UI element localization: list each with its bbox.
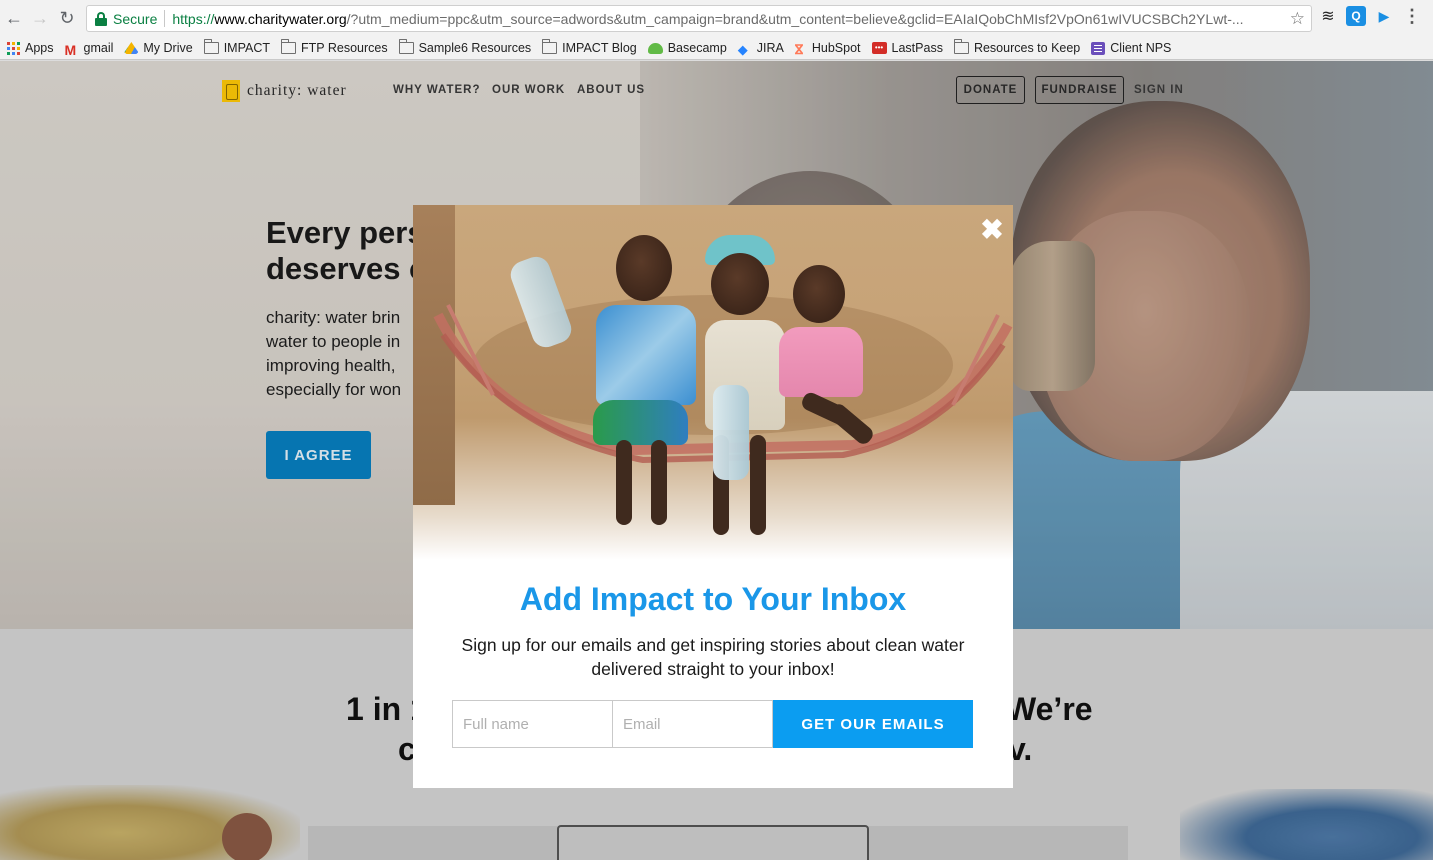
child-figure xyxy=(591,235,701,535)
full-name-input[interactable] xyxy=(452,700,613,748)
close-icon[interactable]: ✖ xyxy=(979,216,1005,244)
child-leg xyxy=(616,440,632,525)
modal-title: Add Impact to Your Inbox xyxy=(519,581,907,617)
bookmark-label: LastPass xyxy=(891,41,943,55)
lastpass-icon: ••• xyxy=(871,42,887,54)
email-signup-form: GET OUR EMAILS xyxy=(452,700,973,748)
bookmark-label: Sample6 Resources xyxy=(418,41,532,55)
bookmark-basecamp[interactable]: Basecamp xyxy=(647,41,727,55)
bookmark-gmail[interactable]: M gmail xyxy=(64,41,114,58)
cast-extension-icon[interactable]: ▶ xyxy=(1374,6,1394,26)
folder-icon xyxy=(398,39,414,54)
layers-extension-icon[interactable]: ≋ xyxy=(1318,6,1338,26)
bookmark-label: JIRA xyxy=(756,41,784,55)
address-bar[interactable]: Secure https://www.charitywater.org/?utm… xyxy=(86,5,1312,32)
folder-icon xyxy=(280,39,296,54)
url-path: /?utm_medium=ppc&utm_source=adwords&utm_… xyxy=(346,10,1244,27)
address-divider xyxy=(164,10,166,27)
child-head xyxy=(793,265,845,323)
email-signup-modal: ✖ Add Impact to Your Inbox Sign up for o… xyxy=(413,205,1013,788)
drive-icon xyxy=(124,42,139,54)
basecamp-icon xyxy=(647,42,663,54)
bookmark-label: My Drive xyxy=(143,41,193,55)
bookmark-resources-to-keep[interactable]: Resources to Keep xyxy=(953,39,1081,55)
web-page: charity: water WHY WATER? OUR WORK ABOUT… xyxy=(0,61,1433,860)
bookmark-label: IMPACT Blog xyxy=(562,41,637,55)
hubspot-icon: ⴵ xyxy=(794,42,804,57)
client-nps-icon xyxy=(1091,41,1106,55)
bookmark-lastpass[interactable]: ••• LastPass xyxy=(871,41,943,55)
bookmark-client-nps[interactable]: Client NPS xyxy=(1091,41,1171,55)
bookmark-my-drive[interactable]: My Drive xyxy=(124,41,193,55)
bookmark-label: Apps xyxy=(25,41,54,55)
child-head xyxy=(711,253,769,315)
child-head xyxy=(616,235,672,301)
bookmark-label: FTP Resources xyxy=(300,41,388,55)
bookmark-ftp-resources[interactable]: FTP Resources xyxy=(280,39,388,55)
email-input[interactable] xyxy=(613,700,773,748)
bookmark-label: HubSpot xyxy=(811,41,861,55)
bookmarks-bar: Apps M gmail My Drive IMPACT FTP Resourc… xyxy=(0,37,1433,60)
url-host: www.charitywater.org xyxy=(214,10,347,27)
bookmark-hubspot[interactable]: ⴵ HubSpot xyxy=(794,41,861,57)
folder-icon xyxy=(203,39,219,54)
bookmark-impact[interactable]: IMPACT xyxy=(203,39,270,55)
child-dress xyxy=(779,327,863,397)
secure-label: Secure xyxy=(113,10,158,27)
child-skirt xyxy=(593,400,688,445)
browser-toolbar: ← → ↻ Secure https://www.charitywater.or… xyxy=(0,0,1433,37)
lock-icon xyxy=(95,11,107,26)
bookmark-jira[interactable]: ◆ JIRA xyxy=(737,41,784,57)
url-scheme: https:// xyxy=(172,10,215,27)
bookmark-label: Basecamp xyxy=(667,41,727,55)
bookmark-label: Client NPS xyxy=(1110,41,1172,55)
forward-arrow-icon[interactable]: → xyxy=(26,4,54,32)
back-arrow-icon[interactable]: ← xyxy=(0,4,28,32)
folder-icon xyxy=(542,39,558,54)
gmail-icon: M xyxy=(64,42,77,58)
browser-menu-icon[interactable]: ⋮ xyxy=(1402,6,1422,26)
bookmark-apps[interactable]: Apps xyxy=(7,41,54,55)
get-our-emails-button[interactable]: GET OUR EMAILS xyxy=(773,700,973,748)
bookmark-label: gmail xyxy=(83,41,114,55)
jira-icon: ◆ xyxy=(737,42,748,57)
extension-bar: ≋ Q ▶ ⋮ xyxy=(1318,6,1422,26)
child-figure xyxy=(771,265,881,515)
child-dress xyxy=(596,305,696,405)
child-leg xyxy=(750,435,766,535)
bookmark-label: Resources to Keep xyxy=(973,41,1081,55)
bookmark-sample6-resources[interactable]: Sample6 Resources xyxy=(398,39,532,55)
bookmark-impact-blog[interactable]: IMPACT Blog xyxy=(542,39,637,55)
children-hammock-photo: ✖ xyxy=(413,205,1013,560)
child-leg xyxy=(651,440,667,525)
bookmark-label: IMPACT xyxy=(223,41,270,55)
bookmark-star-icon[interactable]: ☆ xyxy=(1285,9,1305,29)
water-bottle xyxy=(713,385,749,480)
reload-icon[interactable]: ↻ xyxy=(53,4,81,32)
child-leg xyxy=(826,401,876,447)
apps-icon xyxy=(7,41,20,55)
search-extension-icon[interactable]: Q xyxy=(1346,6,1366,26)
modal-subtitle: Sign up for our emails and get inspiring… xyxy=(461,635,965,679)
folder-icon xyxy=(953,39,969,54)
